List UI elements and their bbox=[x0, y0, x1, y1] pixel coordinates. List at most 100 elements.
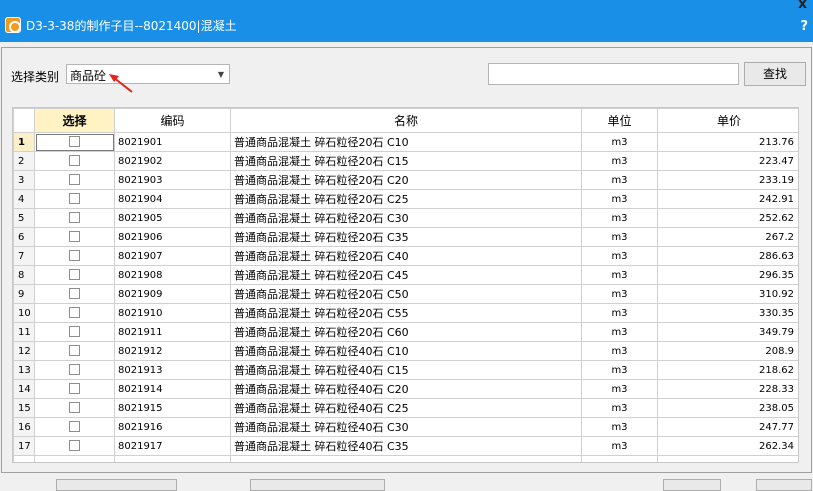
bottom-button-2[interactable] bbox=[250, 479, 385, 491]
select-checkbox[interactable] bbox=[69, 364, 80, 376]
select-checkbox[interactable] bbox=[69, 269, 80, 281]
row-number: 2 bbox=[13, 151, 35, 171]
table-row[interactable]: 14 8021914 普通商品混凝土 碎石粒径40石 C20 m3 228.33 bbox=[13, 379, 798, 399]
select-checkbox[interactable] bbox=[69, 136, 80, 148]
header-price[interactable]: 单价 bbox=[657, 108, 798, 133]
row-number: 15 bbox=[13, 398, 35, 418]
select-checkbox[interactable] bbox=[69, 231, 80, 243]
select-checkbox[interactable] bbox=[69, 288, 80, 300]
bottom-button-1[interactable] bbox=[56, 479, 177, 491]
price-cell: 267.2 bbox=[657, 227, 798, 247]
select-cell[interactable] bbox=[34, 360, 115, 380]
unit-cell: m3 bbox=[581, 436, 658, 456]
select-checkbox[interactable] bbox=[69, 402, 80, 414]
table-row[interactable]: 4 8021904 普通商品混凝土 碎石粒径20石 C25 m3 242.91 bbox=[13, 189, 798, 209]
name-cell: 普通商品混凝土 碎石粒径40石 C25 bbox=[230, 398, 582, 418]
select-cell[interactable] bbox=[34, 341, 115, 361]
select-cell[interactable] bbox=[34, 246, 115, 266]
search-button[interactable]: 查找 bbox=[744, 62, 806, 86]
select-cell[interactable] bbox=[34, 379, 115, 399]
select-checkbox[interactable] bbox=[69, 421, 80, 433]
code-cell: 8021914 bbox=[114, 379, 231, 399]
select-cell[interactable] bbox=[34, 322, 115, 342]
table-row[interactable]: 11 8021911 普通商品混凝土 碎石粒径20石 C60 m3 349.79 bbox=[13, 322, 798, 342]
category-select[interactable]: 商品砼 ▼ bbox=[66, 64, 230, 84]
header-name[interactable]: 名称 bbox=[230, 108, 582, 133]
table-row[interactable]: 6 8021906 普通商品混凝土 碎石粒径20石 C35 m3 267.2 bbox=[13, 227, 798, 247]
select-cell[interactable] bbox=[34, 132, 115, 152]
select-cell[interactable] bbox=[34, 398, 115, 418]
table-row[interactable]: 7 8021907 普通商品混凝土 碎石粒径20石 C40 m3 286.63 bbox=[13, 246, 798, 266]
table-row[interactable]: 12 8021912 普通商品混凝土 碎石粒径40石 C10 m3 208.9 bbox=[13, 341, 798, 361]
select-checkbox[interactable] bbox=[69, 326, 80, 338]
price-cell: 296.35 bbox=[657, 265, 798, 285]
select-cell[interactable] bbox=[34, 208, 115, 228]
select-checkbox[interactable] bbox=[69, 174, 80, 186]
table-row[interactable]: 15 8021915 普通商品混凝土 碎石粒径40石 C25 m3 238.05 bbox=[13, 398, 798, 418]
name-cell: 普通商品混凝土 碎石粒径20石 C25 bbox=[230, 189, 582, 209]
select-cell[interactable] bbox=[34, 265, 115, 285]
price-cell: 228.33 bbox=[657, 379, 798, 399]
empty-cell bbox=[657, 455, 798, 462]
bottom-button-4[interactable] bbox=[756, 479, 812, 491]
category-select-value: 商品砼 bbox=[70, 69, 107, 83]
search-input[interactable] bbox=[488, 63, 739, 85]
select-cell[interactable] bbox=[34, 170, 115, 190]
empty-cell bbox=[114, 455, 231, 462]
price-cell: 242.91 bbox=[657, 189, 798, 209]
row-number: 13 bbox=[13, 360, 35, 380]
select-checkbox[interactable] bbox=[69, 345, 80, 357]
bottom-button-3[interactable] bbox=[663, 479, 721, 491]
empty-cell bbox=[230, 455, 582, 462]
category-label: 选择类别 bbox=[11, 70, 60, 84]
header-code[interactable]: 编码 bbox=[114, 108, 231, 133]
close-button[interactable]: x bbox=[798, 0, 807, 12]
code-cell: 8021915 bbox=[114, 398, 231, 418]
price-cell: 213.76 bbox=[657, 132, 798, 152]
table-row[interactable]: 17 8021917 普通商品混凝土 碎石粒径40石 C35 m3 262.34 bbox=[13, 436, 798, 456]
name-cell: 普通商品混凝土 碎石粒径20石 C15 bbox=[230, 151, 582, 171]
select-checkbox[interactable] bbox=[69, 307, 80, 319]
header-unit[interactable]: 单位 bbox=[581, 108, 658, 133]
unit-cell: m3 bbox=[581, 151, 658, 171]
table-row[interactable]: 10 8021910 普通商品混凝土 碎石粒径20石 C55 m3 330.35 bbox=[13, 303, 798, 323]
unit-cell: m3 bbox=[581, 303, 658, 323]
code-cell: 8021902 bbox=[114, 151, 231, 171]
select-cell[interactable] bbox=[34, 151, 115, 171]
code-cell: 8021917 bbox=[114, 436, 231, 456]
table-row[interactable]: 2 8021902 普通商品混凝土 碎石粒径20石 C15 m3 223.47 bbox=[13, 151, 798, 171]
unit-cell: m3 bbox=[581, 265, 658, 285]
select-cell[interactable] bbox=[34, 436, 115, 456]
table-row[interactable]: 9 8021909 普通商品混凝土 碎石粒径20石 C50 m3 310.92 bbox=[13, 284, 798, 304]
name-cell: 普通商品混凝土 碎石粒径20石 C35 bbox=[230, 227, 582, 247]
table-row[interactable]: 8 8021908 普通商品混凝土 碎石粒径20石 C45 m3 296.35 bbox=[13, 265, 798, 285]
help-button[interactable]: ? bbox=[800, 19, 808, 34]
select-cell[interactable] bbox=[34, 227, 115, 247]
select-checkbox[interactable] bbox=[69, 440, 80, 452]
select-checkbox[interactable] bbox=[69, 383, 80, 395]
table-row[interactable]: 16 8021916 普通商品混凝土 碎石粒径40石 C30 m3 247.77 bbox=[13, 417, 798, 437]
table-row[interactable]: 5 8021905 普通商品混凝土 碎石粒径20石 C30 m3 252.62 bbox=[13, 208, 798, 228]
row-number: 6 bbox=[13, 227, 35, 247]
table-row[interactable]: 3 8021903 普通商品混凝土 碎石粒径20石 C20 m3 233.19 bbox=[13, 170, 798, 190]
app-logo-icon bbox=[5, 17, 21, 33]
select-checkbox[interactable] bbox=[69, 250, 80, 262]
name-cell: 普通商品混凝土 碎石粒径20石 C40 bbox=[230, 246, 582, 266]
price-cell: 349.79 bbox=[657, 322, 798, 342]
select-checkbox[interactable] bbox=[69, 155, 80, 167]
code-cell: 8021907 bbox=[114, 246, 231, 266]
row-number: 12 bbox=[13, 341, 35, 361]
name-cell: 普通商品混凝土 碎石粒径40石 C15 bbox=[230, 360, 582, 380]
select-cell[interactable] bbox=[34, 417, 115, 437]
header-select[interactable]: 选择 bbox=[34, 108, 115, 133]
select-checkbox[interactable] bbox=[69, 212, 80, 224]
name-cell: 普通商品混凝土 碎石粒径40石 C20 bbox=[230, 379, 582, 399]
chevron-down-icon[interactable]: ▼ bbox=[218, 70, 224, 79]
table-row[interactable]: 13 8021913 普通商品混凝土 碎石粒径40石 C15 m3 218.62 bbox=[13, 360, 798, 380]
select-checkbox[interactable] bbox=[69, 193, 80, 205]
select-cell[interactable] bbox=[34, 303, 115, 323]
select-cell[interactable] bbox=[34, 189, 115, 209]
item-grid[interactable]: 选择 编码 名称 单位 单价 1 8021901 普通商品混凝土 碎石粒径20石 C… bbox=[12, 107, 799, 463]
select-cell[interactable] bbox=[34, 284, 115, 304]
table-row[interactable]: 1 8021901 普通商品混凝土 碎石粒径20石 C10 m3 213.76 bbox=[13, 132, 798, 152]
